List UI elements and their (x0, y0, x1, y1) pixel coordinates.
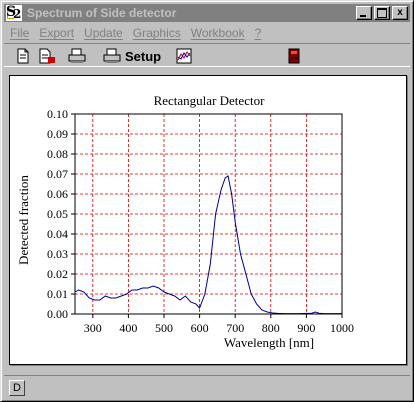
y-tick-label: 0.06 (47, 187, 68, 201)
x-tick-label: 900 (297, 321, 315, 335)
printer-setup-icon (103, 48, 121, 63)
x-tick-label: 800 (262, 321, 280, 335)
series-line (74, 175, 342, 315)
print-button[interactable] (68, 48, 86, 64)
x-tick-label: 700 (226, 321, 244, 335)
device-button[interactable] (288, 48, 300, 64)
menu-workbook[interactable]: Workbook (191, 26, 245, 40)
x-tick-label: 1000 (330, 321, 354, 335)
y-tick-label: 0.03 (47, 247, 68, 261)
status-pane[interactable]: D (9, 380, 25, 396)
series-group (74, 175, 342, 315)
graph-button[interactable] (176, 48, 192, 64)
app-icon-glyph-2: 2 (13, 7, 22, 21)
grid-lines (75, 114, 342, 314)
x-tick-label: 300 (84, 321, 102, 335)
window-controls: x (354, 6, 408, 20)
menu-help[interactable]: ? (255, 26, 262, 40)
y-tick-label: 0.08 (47, 147, 68, 161)
device-icon (288, 48, 300, 64)
graph-icon (176, 48, 192, 64)
chart-panel: Rectangular Detector Detected fraction W… (9, 75, 407, 365)
window-title: Spectrum of Side detector (27, 6, 177, 20)
y-axis-label: Detected fraction (16, 175, 31, 265)
toolbar: Setup (4, 43, 410, 67)
status-bar: D (4, 375, 410, 397)
spectrum-chart: Rectangular Detector Detected fraction W… (16, 93, 354, 350)
y-tick-label: 0.04 (47, 227, 68, 241)
menu-export[interactable]: Export (39, 26, 74, 40)
app-window: S2 Spectrum of Side detector x File Expo… (0, 0, 414, 402)
menu-file[interactable]: File (10, 26, 29, 40)
setup-label: Setup (125, 48, 162, 64)
y-tick-label: 0.10 (47, 107, 68, 121)
y-tick-label: 0.00 (47, 307, 68, 321)
y-tick-label: 0.09 (47, 127, 68, 141)
document-export-icon (39, 48, 55, 64)
close-icon: x (397, 7, 403, 18)
title-bar[interactable]: S2 Spectrum of Side detector x (4, 4, 410, 22)
close-button[interactable]: x (392, 6, 408, 20)
y-tick-label: 0.01 (47, 287, 68, 301)
app-icon[interactable]: S2 (6, 4, 22, 21)
menu-bar: File Export Update Graphics Workbook ? (4, 24, 410, 42)
setup-button[interactable]: Setup (103, 48, 161, 64)
new-document-button[interactable] (16, 48, 30, 64)
maximize-button[interactable] (374, 6, 390, 20)
x-tick-label: 500 (155, 321, 173, 335)
y-tick-label: 0.02 (47, 267, 68, 281)
y-tick-label: 0.07 (47, 167, 68, 181)
document-icon (17, 48, 29, 64)
export-document-button[interactable] (38, 48, 56, 64)
menu-graphics[interactable]: Graphics (133, 26, 181, 40)
chart-title: Rectangular Detector (154, 93, 265, 108)
x-axis-label: Wavelength [nm] (224, 335, 314, 350)
y-tick-label: 0.05 (47, 207, 68, 221)
minimize-button[interactable] (356, 6, 372, 20)
x-tick-label: 400 (119, 321, 137, 335)
printer-icon (68, 48, 86, 63)
x-tick-label: 600 (191, 321, 209, 335)
menu-update[interactable]: Update (84, 26, 123, 40)
